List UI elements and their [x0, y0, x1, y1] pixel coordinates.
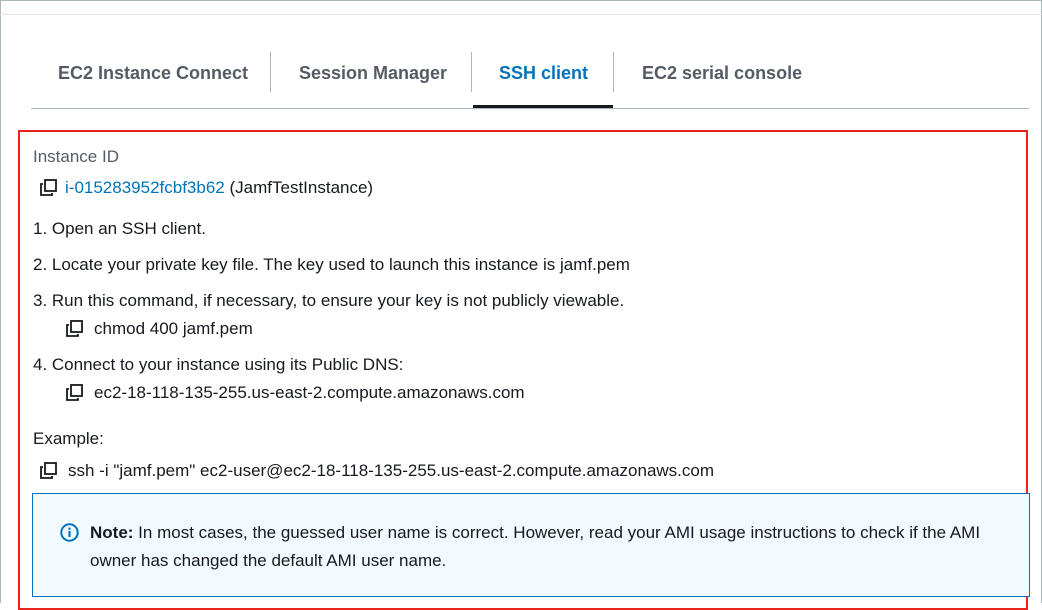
tab-session-manager[interactable]: Session Manager — [299, 51, 447, 95]
public-dns: ec2-18-118-135-255.us-east-2.compute.ama… — [94, 383, 525, 402]
instance-name: (JamfTestInstance) — [229, 178, 374, 197]
tab-separator — [270, 52, 271, 92]
instance-id-label: Instance ID — [33, 147, 119, 166]
note-alert: Note: In most cases, the guessed user na… — [32, 493, 1030, 597]
instance-id-link[interactable]: i-015283952fcbf3b62 — [65, 178, 225, 197]
tab-separator — [471, 52, 472, 92]
ssh-client-panel: Instance ID i-015283952fcbf3b62 (JamfTes… — [18, 130, 1030, 610]
copy-icon[interactable] — [66, 320, 83, 337]
tab-ec2-serial-console[interactable]: EC2 serial console — [642, 51, 802, 95]
note-title: Note: — [90, 523, 134, 542]
copy-icon[interactable] — [40, 179, 57, 196]
step-1: 1. Open an SSH client. — [33, 219, 206, 238]
example-ssh-command: ssh -i "jamf.pem" ec2-user@ec2-18-118-13… — [68, 461, 715, 480]
copy-icon[interactable] — [66, 384, 83, 401]
tab-ssh-client[interactable]: SSH client — [499, 51, 588, 95]
note-text: Note: In most cases, the guessed user na… — [90, 519, 1000, 575]
info-icon — [60, 523, 79, 542]
active-tab-indicator — [473, 105, 613, 108]
step-3: 3. Run this command, if necessary, to en… — [33, 291, 625, 310]
step-2: 2. Locate your private key file. The key… — [33, 255, 630, 274]
chmod-command: chmod 400 jamf.pem — [94, 319, 253, 338]
step-4: 4. Connect to your instance using its Pu… — [33, 355, 404, 374]
note-body: In most cases, the guessed user name is … — [90, 523, 981, 570]
tab-separator — [613, 52, 614, 92]
copy-icon[interactable] — [40, 462, 57, 479]
example-label: Example: — [33, 429, 104, 448]
tab-ec2-instance-connect[interactable]: EC2 Instance Connect — [58, 51, 248, 95]
top-bar — [0, 0, 1042, 15]
